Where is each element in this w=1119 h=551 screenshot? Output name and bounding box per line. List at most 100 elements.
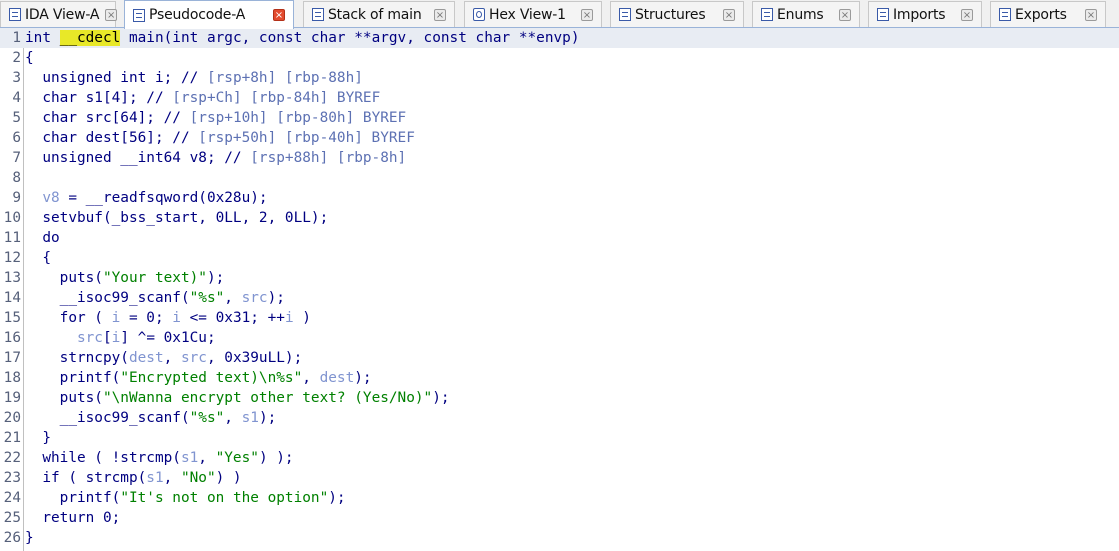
close-icon[interactable]: × xyxy=(723,8,735,21)
code-token: } xyxy=(25,530,34,546)
code-line[interactable]: 24 printf("It's not on the option"); xyxy=(0,488,1119,508)
code-line[interactable]: 1 int __cdecl main(int argc, const char *… xyxy=(0,28,1119,48)
code-text: return 0; xyxy=(25,508,120,528)
code-line[interactable]: 10 setvbuf(_bss_start, 0LL, 2, 0LL); xyxy=(0,208,1119,228)
code-text: } xyxy=(25,528,34,548)
code-line[interactable]: 17 strncpy(dest, src, 0x39uLL); xyxy=(0,348,1119,368)
code-line[interactable]: 23 if ( strcmp(s1, "No") ) xyxy=(0,468,1119,488)
code-token: , xyxy=(163,350,181,366)
code-line[interactable]: 21 } xyxy=(0,428,1119,448)
code-token: src xyxy=(180,350,207,366)
code-token: "Encrypted text)\n%s" xyxy=(120,370,303,386)
code-line[interactable]: 12 { xyxy=(0,248,1119,268)
imports-icon xyxy=(877,8,889,21)
code-token: strncpy( xyxy=(25,350,129,366)
line-number: 16 xyxy=(3,330,21,346)
code-token: , xyxy=(224,410,242,426)
tab-structures[interactable]: Structures × xyxy=(610,1,744,27)
code-token: [rsp+Ch] [rbp-84h] BYREF xyxy=(172,90,381,106)
code-text: char s1[4]; // [rsp+Ch] [rbp-84h] BYREF xyxy=(25,88,380,108)
code-text: puts("Your text)"); xyxy=(25,268,225,288)
code-text: unsigned int i; // [rsp+8h] [rbp-88h] xyxy=(25,68,363,88)
tab-imports[interactable]: Imports × xyxy=(868,1,982,27)
code-token: , 0x39uLL); xyxy=(206,350,303,366)
code-token: puts( xyxy=(25,390,103,406)
close-icon[interactable]: × xyxy=(581,8,593,21)
tab-enums[interactable]: Enums × xyxy=(752,1,860,27)
code-line[interactable]: 26} xyxy=(0,528,1119,548)
line-number: 7 xyxy=(12,150,21,166)
code-token: [rsp+88h] [rbp-8h] xyxy=(250,150,407,166)
code-line[interactable]: 20 __isoc99_scanf("%s", s1); xyxy=(0,408,1119,428)
code-token: int xyxy=(25,30,60,46)
code-text: printf("Encrypted text)\n%s", dest); xyxy=(25,368,372,388)
code-text: v8 = __readfsqword(0x28u); xyxy=(25,188,268,208)
code-line[interactable]: 25 return 0; xyxy=(0,508,1119,528)
code-line[interactable]: 6 char dest[56]; // [rsp+50h] [rbp-40h] … xyxy=(0,128,1119,148)
code-token: = __readfsqword(0x28u); xyxy=(59,190,268,206)
close-icon[interactable]: × xyxy=(961,8,973,21)
code-line[interactable]: 16 src[i] ^= 0x1Cu; xyxy=(0,328,1119,348)
line-number: 20 xyxy=(3,410,21,426)
code-line[interactable]: 22 while ( !strcmp(s1, "Yes") ); xyxy=(0,448,1119,468)
code-text: while ( !strcmp(s1, "Yes") ); xyxy=(25,448,294,468)
line-number: 15 xyxy=(3,310,21,326)
line-number: 4 xyxy=(12,90,21,106)
pseudocode-icon xyxy=(133,8,145,22)
code-token: "It's not on the option" xyxy=(120,490,329,506)
tab-ida-view-a[interactable]: IDA View-A × xyxy=(0,1,118,27)
code-line[interactable]: 18 printf("Encrypted text)\n%s", dest); xyxy=(0,368,1119,388)
code-line[interactable]: 15 for ( i = 0; i <= 0x31; ++i ) xyxy=(0,308,1119,328)
line-number: 3 xyxy=(12,70,21,86)
code-line[interactable]: 4 char s1[4]; // [rsp+Ch] [rbp-84h] BYRE… xyxy=(0,88,1119,108)
code-line[interactable]: 5 char src[64]; // [rsp+10h] [rbp-80h] B… xyxy=(0,108,1119,128)
code-token: ] ^= 0x1Cu; xyxy=(120,330,216,346)
code-token: src xyxy=(76,330,103,346)
code-token: , xyxy=(198,450,216,466)
code-text: setvbuf(_bss_start, 0LL, 2, 0LL); xyxy=(25,208,328,228)
code-token: ) ); xyxy=(258,450,294,466)
code-token: src xyxy=(241,290,268,306)
code-token: [rsp+50h] [rbp-40h] BYREF xyxy=(198,130,415,146)
code-text: { xyxy=(25,48,34,68)
line-number: 5 xyxy=(12,110,21,126)
code-token: setvbuf(_bss_start, 0LL, 2, 0LL); xyxy=(25,210,329,226)
code-line[interactable]: 19 puts("\nWanna encrypt other text? (Ye… xyxy=(0,388,1119,408)
close-icon[interactable]: × xyxy=(434,8,446,21)
code-token: for ( xyxy=(25,310,112,326)
code-line[interactable]: 3 unsigned int i; // [rsp+8h] [rbp-88h] xyxy=(0,68,1119,88)
code-token: [ xyxy=(102,330,112,346)
code-token: "Your text)" xyxy=(102,270,207,286)
code-text: int __cdecl main(int argc, const char **… xyxy=(25,28,580,48)
code-token: "No" xyxy=(180,470,216,486)
tab-stack-of-main[interactable]: Stack of main × xyxy=(303,1,455,27)
code-text: src[i] ^= 0x1Cu; xyxy=(25,328,216,348)
code-line[interactable]: 8 xyxy=(0,168,1119,188)
close-icon[interactable]: × xyxy=(273,9,285,21)
code-line[interactable]: 14 __isoc99_scanf("%s", src); xyxy=(0,288,1119,308)
code-token: if ( strcmp( xyxy=(25,470,147,486)
code-line[interactable]: 2{ xyxy=(0,48,1119,68)
code-token: } xyxy=(25,430,51,446)
code-line[interactable]: 9 v8 = __readfsqword(0x28u); xyxy=(0,188,1119,208)
line-number: 17 xyxy=(3,350,21,366)
line-number: 19 xyxy=(3,390,21,406)
line-number: 12 xyxy=(3,250,21,266)
tab-exports[interactable]: Exports × xyxy=(990,1,1106,27)
tab-hex-view-1[interactable]: Hex View-1 × xyxy=(464,1,602,27)
highlighted-token: __cdecl xyxy=(59,30,121,46)
line-number: 21 xyxy=(3,430,21,446)
code-token: v8 xyxy=(42,190,60,206)
code-line[interactable]: 11 do xyxy=(0,228,1119,248)
code-line[interactable]: 7 unsigned __int64 v8; // [rsp+88h] [rbp… xyxy=(0,148,1119,168)
pseudocode-editor[interactable]: 1 int __cdecl main(int argc, const char *… xyxy=(0,28,1119,551)
graph-view-icon xyxy=(9,8,21,21)
close-icon[interactable]: × xyxy=(839,8,851,21)
line-number: 22 xyxy=(3,450,21,466)
code-line[interactable]: 13 puts("Your text)"); xyxy=(0,268,1119,288)
close-icon[interactable]: × xyxy=(105,8,118,21)
code-token: , xyxy=(302,370,320,386)
code-text: char dest[56]; // [rsp+50h] [rbp-40h] BY… xyxy=(25,128,415,148)
close-icon[interactable]: × xyxy=(1085,8,1097,21)
tab-pseudocode-a[interactable]: Pseudocode-A × xyxy=(124,0,294,29)
